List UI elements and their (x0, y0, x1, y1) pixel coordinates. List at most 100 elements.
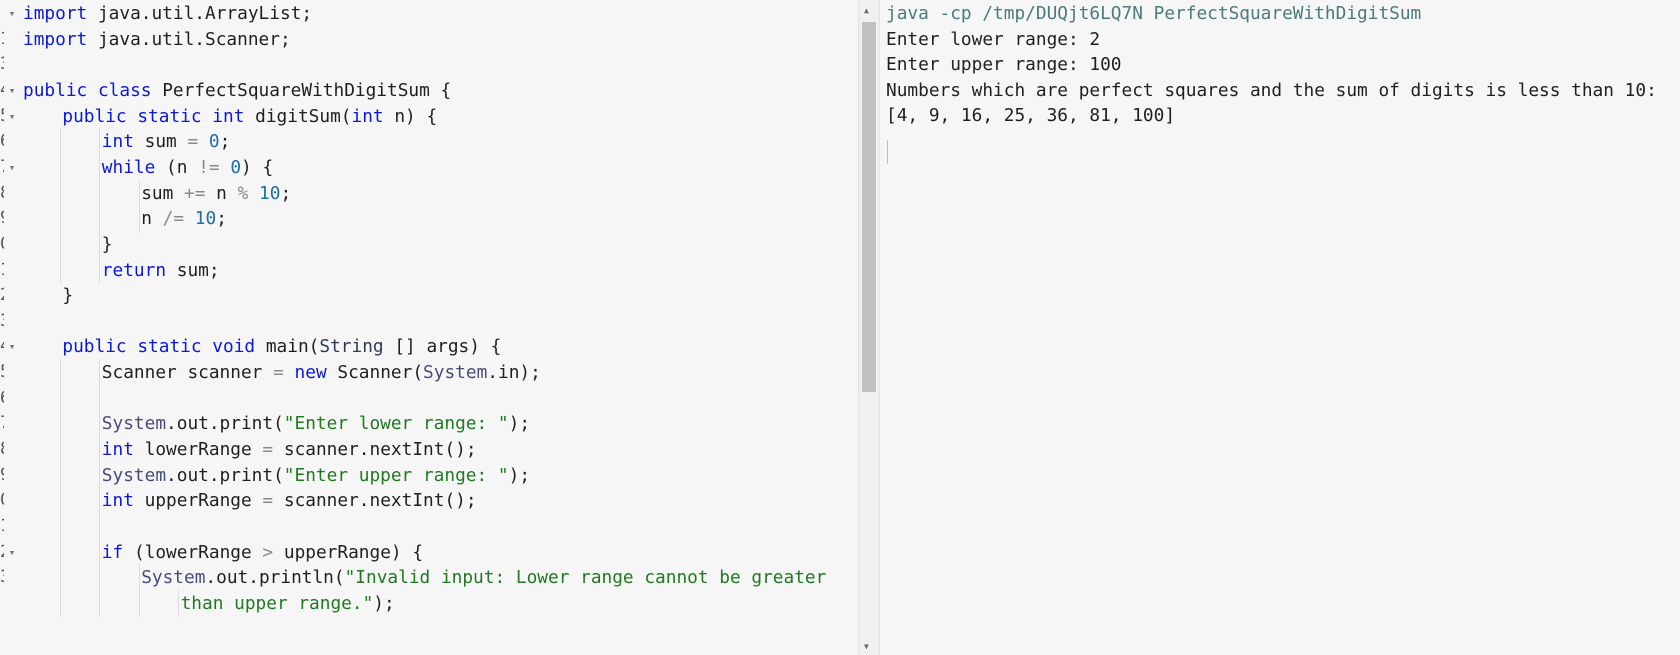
fold-chevron-down-icon[interactable]: ▾ (5, 154, 19, 182)
code-token: 0 (208, 131, 220, 153)
code-line[interactable]: 5 Scanner scanner = new Scanner(System.in… (0, 359, 858, 387)
code-token: return (101, 259, 167, 281)
indent-guide (60, 589, 61, 618)
code-token: (n (166, 156, 188, 178)
code-token: = (187, 131, 199, 153)
code-line[interactable]: 7▾ while (n != 0) { (0, 153, 858, 182)
code-text: System.out.println("Invalid input: Lower… (141, 564, 826, 592)
indent-guide (99, 205, 101, 233)
indent-guide (99, 384, 101, 413)
line-number: 3 (0, 308, 4, 336)
code-line[interactable]: than upper range."); (0, 589, 858, 618)
code-token: PerfectSquareWithDigitSum { (162, 79, 452, 101)
line-number: 0 (0, 231, 4, 259)
line-number: 1 (0, 513, 4, 541)
indent-guide (99, 513, 101, 541)
code-text: return sum; (102, 257, 220, 285)
code-token: = (273, 362, 284, 384)
code-line[interactable]: 2▾ if (lowerRange > upperRange) { (0, 538, 858, 567)
code-token: int (101, 439, 134, 461)
editor-scrollbar[interactable]: ▲ ▼ (858, 0, 880, 655)
code-token: Scanner( (337, 362, 424, 384)
fold-chevron-down-icon[interactable]: ▾ (5, 539, 19, 567)
code-line[interactable]: ▾ import java.util.ArrayList; (0, 0, 858, 28)
fold-chevron-down-icon[interactable]: ▾ (5, 77, 19, 105)
code-token: System (101, 464, 167, 486)
code-token: sum; (176, 259, 220, 281)
code-line[interactable]: 7 System.out.print("Enter lower range: ")… (0, 410, 858, 438)
code-text: while (n != 0) { (102, 154, 273, 182)
code-token: int (351, 105, 384, 127)
code-line[interactable]: 1 import java.util.Scanner; (0, 26, 858, 54)
code-text: public class PerfectSquareWithDigitSum { (23, 77, 451, 105)
indent-guide (99, 487, 101, 515)
terminal-output-panel[interactable]: java -cp /tmp/DUQjt6LQ7N PerfectSquareWi… (880, 0, 1680, 655)
indent-guide (60, 487, 61, 515)
code-line[interactable]: 8 int lowerRange = scanner.nextInt(); (0, 436, 858, 464)
code-line[interactable]: 3 (0, 308, 858, 336)
code-token: ); (508, 464, 531, 486)
code-token: ; (280, 182, 292, 204)
code-line[interactable]: 2} (0, 282, 858, 310)
code-text: Scanner scanner = new Scanner(System.in)… (102, 359, 541, 387)
code-line[interactable]: 1 return sum; (0, 256, 858, 285)
code-token: "Enter lower range: " (283, 413, 509, 435)
indent-guide (60, 564, 61, 592)
code-token: lowerRange (144, 439, 252, 461)
line-number: 9 (0, 205, 4, 233)
code-token: java.util.Scanner; (97, 28, 291, 50)
code-token: digitSum( (255, 105, 352, 127)
line-number: 1 (0, 257, 4, 285)
code-token: public (23, 79, 88, 101)
code-token: } (62, 285, 74, 307)
code-token: "Enter upper range: " (283, 464, 509, 486)
code-line[interactable]: 3 System.out.println("Invalid input: Lowe… (0, 564, 858, 592)
line-number: 1 (0, 26, 4, 54)
code-token: new (294, 362, 327, 384)
code-token: (lowerRange (133, 541, 252, 563)
scrollbar-thumb[interactable] (862, 22, 876, 392)
line-number: 6 (0, 128, 4, 156)
code-line[interactable]: 4▾ public static void main(String [] args… (0, 333, 858, 361)
line-number: 4 (0, 333, 4, 361)
code-token: class (97, 79, 152, 101)
code-line[interactable]: 0} (0, 230, 858, 259)
code-token: 10 (259, 182, 281, 204)
code-line[interactable]: 4▾public class PerfectSquareWithDigitSum… (0, 77, 858, 105)
code-line[interactable]: 9 n /= 10; (0, 205, 858, 233)
fold-chevron-down-icon[interactable]: ▾ (5, 333, 19, 361)
scroll-up-arrow-icon[interactable]: ▲ (864, 6, 869, 15)
line-number: 8 (0, 180, 4, 208)
code-token: 10 (194, 208, 217, 230)
code-token: % (237, 182, 249, 204)
code-token: } (101, 233, 113, 255)
code-text: sum += n % 10; (141, 180, 291, 208)
code-token: sum (144, 131, 177, 153)
fold-chevron-down-icon[interactable]: ▾ (5, 0, 19, 28)
code-token: += (184, 182, 206, 204)
fold-chevron-down-icon[interactable]: ▾ (5, 103, 19, 131)
code-line[interactable]: 6 int sum = 0; (0, 128, 858, 156)
code-line[interactable]: 0 int upperRange = scanner.nextInt(); (0, 487, 858, 515)
indent-guide (60, 230, 61, 259)
code-token: void (212, 336, 256, 358)
code-token: if (101, 541, 124, 563)
indent-guide (60, 513, 61, 541)
code-line[interactable]: 3 (0, 51, 858, 79)
scroll-down-arrow-icon[interactable]: ▼ (864, 642, 869, 651)
code-line[interactable]: 9 System.out.print("Enter upper range: ")… (0, 461, 858, 490)
code-line[interactable]: 5▾public static int digitSum(int n) { (0, 103, 858, 131)
code-line[interactable]: 8 sum += n % 10; (0, 179, 858, 208)
indent-guide (138, 179, 140, 208)
code-token: [] args) { (394, 336, 502, 358)
code-token: int (101, 490, 134, 512)
code-token: System (141, 567, 206, 589)
code-editor[interactable]: ▾import java.util.ArrayList;1import java… (0, 0, 858, 655)
indent-guide (60, 179, 61, 208)
code-token: while (101, 156, 156, 178)
code-token: 0 (230, 156, 242, 178)
indent-guide (60, 359, 61, 387)
code-line[interactable]: 6 (0, 384, 858, 413)
code-line[interactable]: 1 (0, 513, 858, 541)
code-token: scanner.nextInt(); (283, 490, 477, 512)
